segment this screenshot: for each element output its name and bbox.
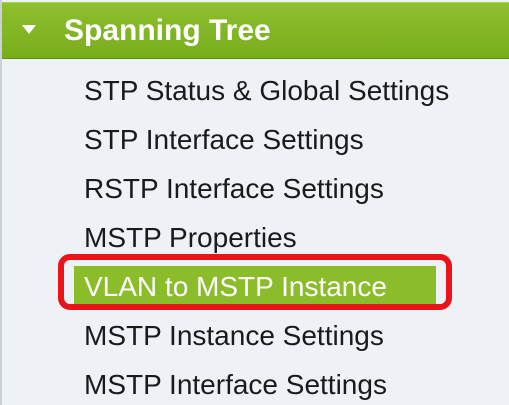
menu-item-vlan-to-mstp-instance[interactable]: VLAN to MSTP Instance (2, 254, 509, 311)
menu-item-label: RSTP Interface Settings (84, 173, 384, 204)
menu-item-rstp-interface-settings[interactable]: RSTP Interface Settings (2, 164, 509, 213)
section-header-spanning-tree[interactable]: Spanning Tree (2, 2, 509, 59)
navigation-panel: Spanning Tree STP Status & Global Settin… (0, 0, 509, 405)
menu-item-label: MSTP Instance Settings (84, 320, 384, 351)
menu-item-label: MSTP Interface Settings (84, 369, 387, 400)
menu-item-label: MSTP Properties (84, 222, 297, 253)
section-title: Spanning Tree (64, 14, 271, 47)
menu-item-mstp-interface-settings[interactable]: MSTP Interface Settings (2, 360, 509, 405)
menu-item-label: STP Status & Global Settings (84, 75, 450, 106)
spanning-tree-menu: STP Status & Global Settings STP Interfa… (2, 66, 509, 405)
menu-item-mstp-instance-settings[interactable]: MSTP Instance Settings (2, 311, 509, 360)
menu-item-label: STP Interface Settings (84, 124, 364, 155)
menu-item-stp-interface-settings[interactable]: STP Interface Settings (2, 115, 509, 164)
menu-item-stp-status-global-settings[interactable]: STP Status & Global Settings (2, 66, 509, 115)
red-annotation-outline (58, 254, 452, 310)
caret-down-icon[interactable] (22, 25, 36, 34)
